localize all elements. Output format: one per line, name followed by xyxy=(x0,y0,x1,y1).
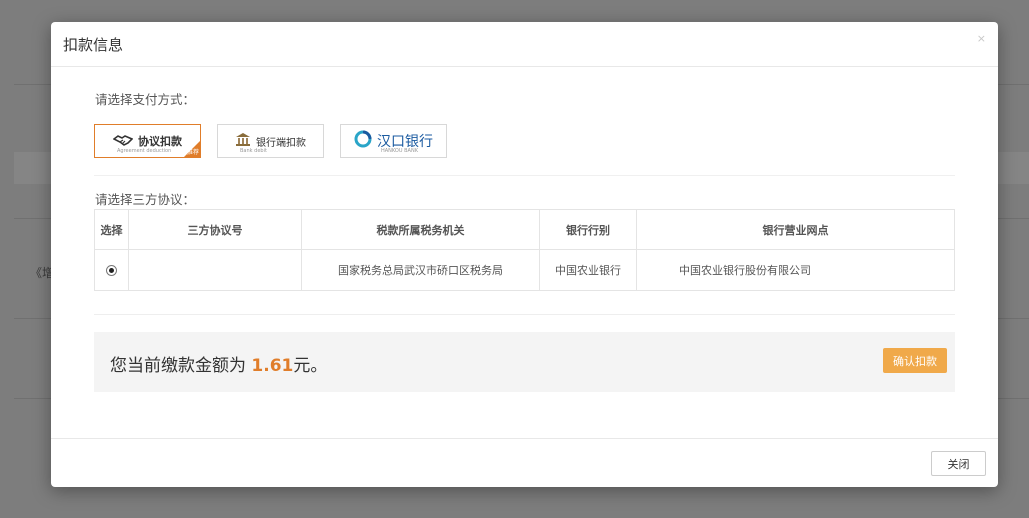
col-tax-authority: 税款所属税务机关 xyxy=(301,209,540,250)
tax-authority-cell: 国家税务总局武汉市硚口区税务局 xyxy=(301,249,540,291)
modal-header: 扣款信息 × xyxy=(51,22,998,67)
table-row: 国家税务总局武汉市硚口区税务局 中国农业银行 中国农业银行股份有限公司 xyxy=(94,249,955,291)
recommend-badge: 推荐 xyxy=(186,149,199,156)
hankou-bank-logo-icon xyxy=(354,130,372,152)
col-bank: 银行行别 xyxy=(539,209,637,250)
pay-method-group: 协议扣款 Agreement deduction 推荐 银行端扣款 Bank d… xyxy=(94,124,447,158)
row-select-cell[interactable] xyxy=(94,249,129,291)
agreement-radio[interactable] xyxy=(106,265,117,276)
close-button[interactable]: 关闭 xyxy=(931,451,986,476)
amount-prefix: 您当前缴款金额为 xyxy=(110,356,246,376)
amount-bar: 您当前缴款金额为 1.61元。 确认扣款 xyxy=(94,332,955,392)
modal-footer: 关闭 xyxy=(51,438,998,487)
pay-method-bank[interactable]: 银行端扣款 Bank debit xyxy=(217,124,324,158)
modal-title: 扣款信息 xyxy=(63,35,124,54)
pay-method-agreement-label: 协议扣款 xyxy=(138,135,182,148)
deduction-modal: 扣款信息 × 请选择支付方式： 协议扣款 Agreement deduction… xyxy=(51,22,998,487)
pay-method-bank-label: 银行端扣款 xyxy=(256,137,306,149)
close-icon[interactable]: × xyxy=(977,32,986,45)
agreement-table: 选择 三方协议号 税款所属税务机关 银行行别 银行营业网点 国家税务总局武汉市硚… xyxy=(94,209,955,291)
pay-method-bank-sub: Bank debit xyxy=(240,148,267,154)
agreement-label: 请选择三方协议： xyxy=(95,192,196,207)
section-divider xyxy=(94,314,955,315)
bank-cell: 中国农业银行 xyxy=(539,249,637,291)
modal-body: 请选择支付方式： 协议扣款 Agreement deduction 推荐 银行端… xyxy=(51,67,998,438)
section-divider xyxy=(94,175,955,176)
amount-text: 您当前缴款金额为 1.61元。 xyxy=(110,351,327,376)
amount-value: 1.61 xyxy=(251,356,294,376)
table-header-row: 选择 三方协议号 税款所属税务机关 银行行别 银行营业网点 xyxy=(94,209,955,250)
pay-method-label: 请选择支付方式： xyxy=(95,92,196,107)
amount-suffix: 元。 xyxy=(293,356,328,376)
agreement-no-cell xyxy=(128,249,302,291)
pay-method-agreement[interactable]: 协议扣款 Agreement deduction 推荐 xyxy=(94,124,201,158)
col-select: 选择 xyxy=(94,209,129,250)
pay-method-agreement-sub: Agreement deduction xyxy=(117,148,172,154)
branch-cell: 中国农业银行股份有限公司 xyxy=(636,249,955,291)
pay-method-hankou-sub: HANKOU BANK xyxy=(381,148,418,154)
pay-method-hankou[interactable]: 汉口银行 HANKOU BANK xyxy=(340,124,447,158)
col-branch: 银行营业网点 xyxy=(636,209,955,250)
col-agreement-no: 三方协议号 xyxy=(128,209,302,250)
confirm-deduction-button[interactable]: 确认扣款 xyxy=(883,348,947,373)
